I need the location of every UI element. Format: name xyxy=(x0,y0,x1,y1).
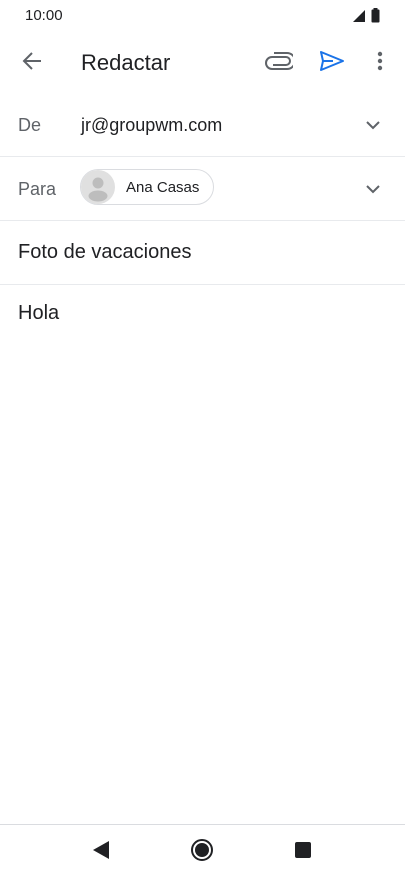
from-row[interactable]: De jr@groupwm.com xyxy=(0,94,405,157)
person-icon xyxy=(81,170,115,204)
status-icons xyxy=(352,8,380,28)
send-icon xyxy=(319,50,345,77)
more-options-button[interactable] xyxy=(366,47,394,79)
paperclip-icon xyxy=(265,51,296,76)
nav-home-icon xyxy=(190,838,214,867)
to-label: Para xyxy=(18,179,57,199)
arrow-back-icon xyxy=(21,50,43,77)
status-bar: 10:00 xyxy=(0,0,405,32)
body-field[interactable]: Hola xyxy=(18,302,59,325)
to-row[interactable]: Para Ana Casas xyxy=(0,157,405,221)
status-time: 10:00 xyxy=(25,7,63,24)
attach-button[interactable] xyxy=(262,47,296,79)
chevron-down-icon[interactable] xyxy=(363,115,383,135)
nav-home-button[interactable] xyxy=(190,838,214,867)
subject-field[interactable]: Foto de vacaciones xyxy=(18,241,191,264)
page-title: Redactar xyxy=(81,50,171,75)
back-button[interactable] xyxy=(16,47,48,79)
send-button[interactable] xyxy=(316,47,348,79)
nav-back-button[interactable] xyxy=(90,840,112,865)
recipient-name: Ana Casas xyxy=(126,178,200,196)
recipient-chip[interactable]: Ana Casas xyxy=(80,169,215,205)
battery-icon xyxy=(371,8,380,28)
nav-recents-icon xyxy=(294,841,312,864)
more-vert-icon xyxy=(377,51,383,76)
nav-recents-button[interactable] xyxy=(293,841,313,864)
app-bar: Redactar xyxy=(0,32,405,94)
chevron-down-icon[interactable] xyxy=(363,179,383,199)
signal-icon xyxy=(352,9,366,28)
compose-screen: 10:00 Redactar De jr@groupwm.com Para An… xyxy=(0,0,405,878)
nav-back-icon xyxy=(92,840,110,865)
from-account-value[interactable]: jr@groupwm.com xyxy=(81,115,222,136)
navigation-bar xyxy=(0,824,405,878)
subject-row[interactable]: Foto de vacaciones xyxy=(0,221,405,285)
from-label: De xyxy=(18,115,42,135)
